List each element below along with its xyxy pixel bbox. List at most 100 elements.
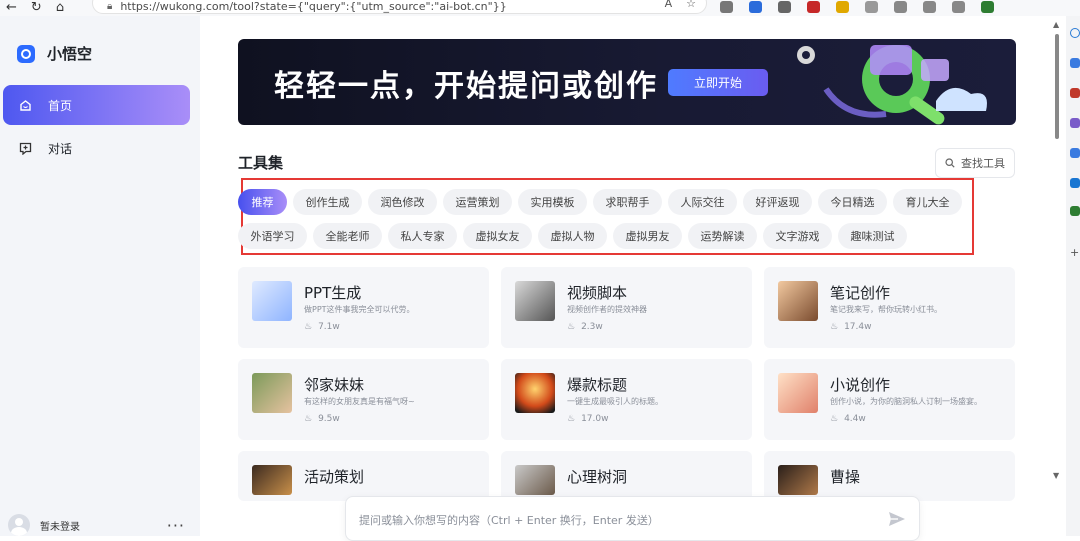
- card-title: PPT生成: [304, 284, 362, 302]
- browser-toolbar: ← ↻ ⌂ 🔒︎ https://wukong.com/tool?state={…: [0, 0, 1080, 16]
- category-chip[interactable]: 运势解读: [688, 223, 757, 249]
- card-count: 4.4w: [844, 414, 866, 424]
- main-content: 轻轻一点，开始提问或创作 立即开始 工具集 查找工具 推荐 创作生成 润色修改 …: [200, 16, 1050, 541]
- side-app-icon[interactable]: [1070, 148, 1080, 158]
- favorites-icon[interactable]: [923, 1, 936, 13]
- section-title-tools: 工具集: [238, 154, 284, 172]
- tool-card-video-script[interactable]: 视频脚本 视频创作者的提效神器 ♨ 2.3w: [501, 267, 752, 348]
- avatar[interactable]: [8, 514, 30, 536]
- category-chip[interactable]: 实用模板: [518, 189, 587, 215]
- tool-card-notes[interactable]: 笔记创作 笔记我来写，帮你玩转小红书。 ♨ 17.4w: [764, 267, 1015, 348]
- category-chip[interactable]: 好评返现: [743, 189, 812, 215]
- side-app-icon[interactable]: [1070, 206, 1080, 216]
- category-chip[interactable]: 虚拟女友: [463, 223, 532, 249]
- search-icon[interactable]: [1070, 28, 1080, 38]
- tool-card-viral-title[interactable]: 爆款标题 一键生成最吸引人的标题。 ♨ 17.0w: [501, 359, 752, 440]
- fire-icon: ♨: [830, 322, 839, 332]
- card-desc: 笔记我来写，帮你玩转小红书。: [830, 305, 942, 314]
- card-thumbnail: [252, 465, 292, 495]
- tool-card-girl-next-door[interactable]: 邻家妹妹 有这样的女朋友真是有福气呀~ ♨ 9.5w: [238, 359, 489, 440]
- page-scrollbar[interactable]: ▲ ▼: [1051, 16, 1063, 536]
- app-name: 小悟空: [47, 45, 93, 63]
- fire-icon: ♨: [304, 414, 313, 424]
- card-thumbnail: [778, 281, 818, 321]
- tool-card-novel[interactable]: 小说创作 创作小说，为你的脑洞私人订制一场盛宴。 ♨ 4.4w: [764, 359, 1015, 440]
- card-title: 爆款标题: [567, 376, 628, 394]
- category-chip[interactable]: 求职帮手: [593, 189, 662, 215]
- card-title: 活动策划: [304, 468, 365, 486]
- user-row[interactable]: 暂未登录 ···: [8, 514, 188, 536]
- card-count: 17.4w: [844, 322, 872, 332]
- category-chip[interactable]: 虚拟男友: [613, 223, 682, 249]
- url-text[interactable]: https://wukong.com/tool?state={"query":{…: [120, 0, 506, 13]
- category-chip[interactable]: 趣味测试: [838, 223, 907, 249]
- scroll-thumb[interactable]: [1055, 34, 1059, 139]
- app-logo[interactable]: 小悟空: [17, 43, 92, 64]
- prompt-input[interactable]: [359, 510, 859, 530]
- login-status[interactable]: 暂未登录: [40, 518, 80, 533]
- refresh-icon[interactable]: ↻: [31, 1, 42, 15]
- fire-icon: ♨: [830, 414, 839, 424]
- category-chip[interactable]: 创作生成: [293, 189, 362, 215]
- category-chip[interactable]: 润色修改: [368, 189, 437, 215]
- address-bar-actions: A ☆: [665, 0, 696, 10]
- more-options-icon[interactable]: ···: [167, 516, 185, 535]
- card-desc: 有这样的女朋友真是有福气呀~: [304, 397, 415, 406]
- read-aloud-icon[interactable]: A: [665, 0, 673, 10]
- promo-banner[interactable]: 轻轻一点，开始提问或创作 立即开始: [238, 39, 1016, 125]
- side-app-icon[interactable]: [1070, 118, 1080, 128]
- sidebar-item-home[interactable]: 首页: [3, 85, 190, 125]
- category-chip[interactable]: 文字游戏: [763, 223, 832, 249]
- category-chip[interactable]: 全能老师: [313, 223, 382, 249]
- start-now-button[interactable]: 立即开始: [668, 69, 768, 96]
- scroll-up-icon[interactable]: ▲: [1053, 20, 1059, 29]
- address-bar[interactable]: 🔒︎ https://wukong.com/tool?state={"query…: [92, 0, 707, 14]
- category-chip[interactable]: 运营策划: [443, 189, 512, 215]
- category-chip[interactable]: 育儿大全: [893, 189, 962, 215]
- extension-icons: [720, 0, 994, 14]
- home-icon[interactable]: ⌂: [56, 1, 64, 15]
- card-desc: 一键生成最吸引人的标题。: [567, 397, 663, 406]
- extension-icon[interactable]: [749, 1, 762, 13]
- category-chip[interactable]: 今日精选: [818, 189, 887, 215]
- prompt-composer: [345, 496, 920, 541]
- logo-icon: [17, 44, 35, 63]
- side-app-icon[interactable]: [1070, 88, 1080, 98]
- sidebar-item-label: 对话: [48, 141, 73, 156]
- collections-icon[interactable]: [952, 1, 965, 13]
- find-tools-button[interactable]: 查找工具: [935, 148, 1015, 178]
- category-chip[interactable]: 外语学习: [238, 223, 307, 249]
- side-app-icon[interactable]: [1070, 178, 1080, 188]
- chat-icon: [19, 142, 32, 155]
- tool-card-ppt[interactable]: PPT生成 做PPT这件事我完全可以代劳。 ♨ 7.1w: [238, 267, 489, 348]
- category-chip[interactable]: 私人专家: [388, 223, 457, 249]
- favorite-star-icon[interactable]: ☆: [686, 0, 696, 10]
- extension-icon[interactable]: [981, 1, 994, 13]
- search-icon: [945, 158, 955, 168]
- extension-icon[interactable]: [807, 1, 820, 13]
- card-count: 17.0w: [581, 414, 609, 424]
- card-thumbnail: [515, 281, 555, 321]
- category-chip[interactable]: 人际交往: [668, 189, 737, 215]
- extension-icon[interactable]: [836, 1, 849, 13]
- scroll-down-icon[interactable]: ▼: [1053, 471, 1059, 480]
- back-icon[interactable]: ←: [6, 1, 17, 15]
- side-app-icon[interactable]: [1070, 58, 1080, 68]
- send-icon[interactable]: [887, 509, 907, 529]
- sidebar-item-chat[interactable]: 对话: [3, 128, 190, 168]
- tool-card-cao-cao[interactable]: 曹操: [764, 451, 1015, 501]
- add-icon[interactable]: +: [1070, 247, 1080, 258]
- fire-icon: ♨: [304, 322, 313, 332]
- extension-icon[interactable]: [778, 1, 791, 13]
- card-desc: 创作小说，为你的脑洞私人订制一场盛宴。: [830, 397, 982, 406]
- sidebar-item-label: 首页: [48, 98, 73, 113]
- tool-card-event-planning[interactable]: 活动策划: [238, 451, 489, 501]
- split-screen-icon[interactable]: [894, 1, 907, 13]
- category-chip-recommend[interactable]: 推荐: [238, 189, 287, 215]
- puzzle-icon[interactable]: [865, 1, 878, 13]
- tool-card-tree-hole[interactable]: 心理树洞: [501, 451, 752, 501]
- extension-icon[interactable]: [720, 1, 733, 13]
- category-chip[interactable]: 虚拟人物: [538, 223, 607, 249]
- card-desc: 做PPT这件事我完全可以代劳。: [304, 305, 415, 314]
- card-thumbnail: [515, 465, 555, 495]
